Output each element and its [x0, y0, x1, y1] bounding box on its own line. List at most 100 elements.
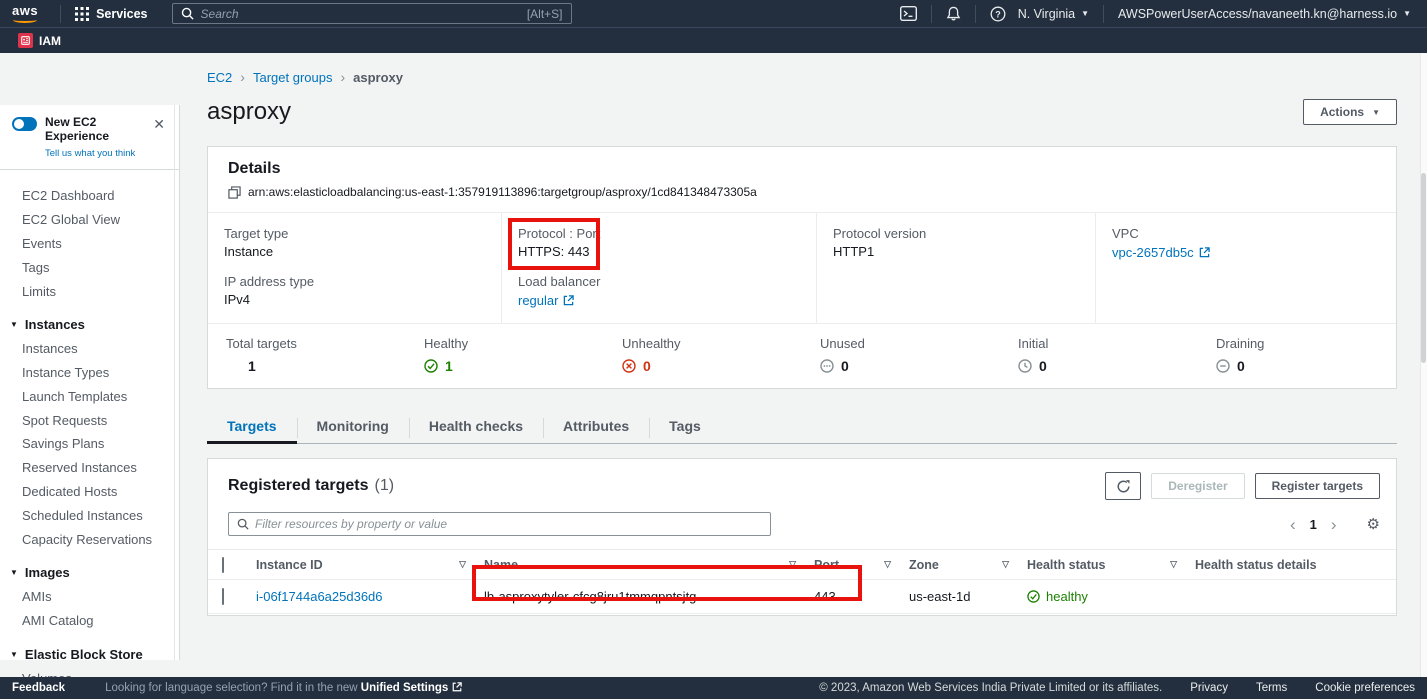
sidebar-item-spot-requests[interactable]: Spot Requests: [0, 408, 179, 432]
column-header-instance-id: Instance ID: [256, 558, 323, 572]
sidebar-item-events[interactable]: Events: [0, 232, 179, 256]
divider: [931, 5, 932, 23]
region-selector[interactable]: N. Virginia ▼: [1012, 7, 1095, 21]
services-menu-button[interactable]: Services: [69, 7, 153, 21]
tab-targets[interactable]: Targets: [207, 411, 297, 443]
close-icon[interactable]: ✕: [149, 115, 169, 133]
scrollbar-thumb[interactable]: [1421, 173, 1426, 363]
help-button[interactable]: ?: [984, 6, 1012, 22]
targets-filter-box[interactable]: [228, 512, 771, 536]
health-status-cell: healthy: [1046, 589, 1088, 604]
sidebar-item-dedicated-hosts[interactable]: Dedicated Hosts: [0, 480, 179, 504]
divider: [1103, 5, 1104, 23]
filter-icon[interactable]: ▽: [1000, 557, 1011, 572]
new-experience-toggle[interactable]: [12, 117, 37, 131]
deregister-button[interactable]: Deregister: [1151, 473, 1244, 499]
chevron-down-icon: ▼: [1081, 9, 1089, 18]
tab-attributes[interactable]: Attributes: [543, 411, 649, 443]
account-menu[interactable]: AWSPowerUserAccess/navaneeth.kn@harness.…: [1112, 7, 1417, 21]
copy-icon[interactable]: [228, 186, 241, 199]
filter-icon[interactable]: ▽: [882, 557, 893, 572]
instance-id-link[interactable]: i-06f1744a6a25d36d6: [256, 589, 383, 604]
sidebar-item-amis[interactable]: AMIs: [0, 585, 179, 609]
field-label: Protocol version: [833, 226, 1079, 241]
row-checkbox[interactable]: [222, 588, 224, 605]
register-targets-button[interactable]: Register targets: [1255, 473, 1380, 499]
privacy-link[interactable]: Privacy: [1190, 682, 1228, 694]
notifications-bell-button[interactable]: [940, 6, 967, 22]
load-balancer-link[interactable]: regular: [518, 293, 574, 308]
healthy-check-icon: [1027, 590, 1040, 603]
tab-monitoring[interactable]: Monitoring: [297, 411, 409, 443]
targets-filter-input[interactable]: [255, 517, 762, 531]
next-page-icon[interactable]: ›: [1331, 516, 1337, 533]
sidebar-section-elastic-block-store[interactable]: ▼ Elastic Block Store: [0, 641, 179, 667]
sidebar-section-instances[interactable]: ▼ Instances: [0, 311, 179, 337]
previous-page-icon[interactable]: ‹: [1290, 516, 1296, 533]
filter-icon[interactable]: ▽: [457, 557, 468, 572]
unified-settings-link[interactable]: Unified Settings: [361, 682, 449, 694]
column-header-port: Port: [814, 558, 839, 572]
refresh-button[interactable]: [1105, 472, 1141, 500]
global-search-box[interactable]: [Alt+S]: [172, 3, 572, 24]
sidebar-item-limits[interactable]: Limits: [0, 279, 179, 303]
unused-count: 0: [841, 358, 849, 374]
sidebar-item-savings-plans[interactable]: Savings Plans: [0, 432, 179, 456]
chevron-down-icon: ▼: [10, 320, 18, 329]
actions-button[interactable]: Actions ▼: [1303, 99, 1397, 125]
breadcrumb-ec2[interactable]: EC2: [207, 70, 232, 85]
target-name-cell: lb-asproxytyler-cfcg8jru1tmmqpntsjtg: [484, 589, 696, 604]
cookie-preferences-link[interactable]: Cookie preferences: [1315, 682, 1415, 694]
chevron-down-icon: ▼: [1372, 108, 1380, 117]
terms-link[interactable]: Terms: [1256, 682, 1287, 694]
current-page-number[interactable]: 1: [1310, 517, 1317, 532]
column-header-zone: Zone: [909, 558, 939, 572]
sidebar-item-reserved-instances[interactable]: Reserved Instances: [0, 456, 179, 480]
feedback-link[interactable]: Tell us what you think: [45, 148, 135, 159]
unused-ellipsis-icon: [820, 359, 834, 373]
external-link-icon: [452, 682, 462, 692]
target-health-summary: Total targets 1 Healthy 1 Unhealthy 0: [208, 323, 1396, 388]
unhealthy-count: 0: [643, 358, 651, 374]
feedback-button[interactable]: Feedback: [12, 682, 65, 694]
sidebar-item-ec2-global-view[interactable]: EC2 Global View: [0, 208, 179, 232]
search-input[interactable]: [201, 7, 527, 21]
sidebar-section-images[interactable]: ▼ Images: [0, 559, 179, 585]
stat-label: Unhealthy: [622, 336, 802, 351]
breadcrumb-target-groups[interactable]: Target groups: [253, 70, 333, 85]
healthy-check-icon: [424, 359, 438, 373]
aws-smile-icon: [13, 17, 37, 23]
breadcrumb: EC2 › Target groups › asproxy: [207, 69, 1397, 85]
svg-text:?: ?: [995, 9, 1001, 19]
registered-targets-card: Registered targets (1) Deregister Regist…: [207, 458, 1397, 616]
aws-logo[interactable]: aws: [12, 5, 38, 23]
divider: [975, 5, 976, 23]
sidebar-item-scheduled-instances[interactable]: Scheduled Instances: [0, 503, 179, 527]
window-scrollbar[interactable]: [1420, 53, 1427, 677]
tab-health-checks[interactable]: Health checks: [409, 411, 543, 443]
filter-icon[interactable]: ▽: [787, 557, 798, 572]
sidebar-item-instances[interactable]: Instances: [0, 337, 179, 361]
language-selection-note: Looking for language selection? Find it …: [105, 682, 461, 694]
favorite-service-iam[interactable]: IAM: [18, 33, 61, 48]
sidebar-item-instance-types[interactable]: Instance Types: [0, 361, 179, 385]
table-settings-gear-icon[interactable]: ⚙: [1367, 515, 1380, 533]
field-label: VPC: [1112, 226, 1380, 241]
registered-targets-table: Instance ID▽ Name▽ Port▽ Zone▽ Health st…: [208, 549, 1396, 614]
target-type-value: Instance: [224, 244, 485, 259]
select-all-checkbox[interactable]: [222, 557, 224, 573]
tab-tags[interactable]: Tags: [649, 411, 721, 443]
total-targets-count: 1: [248, 358, 256, 374]
filter-icon[interactable]: ▽: [1168, 557, 1179, 572]
external-link-icon: [1199, 247, 1210, 258]
new-experience-title: New EC2 Experience: [45, 115, 149, 143]
target-zone-cell: us-east-1d: [909, 589, 970, 604]
cloudshell-button[interactable]: [894, 6, 923, 21]
sidebar-item-ami-catalog[interactable]: AMI Catalog: [0, 609, 179, 633]
initial-clock-icon: [1018, 359, 1032, 373]
sidebar-item-ec2-dashboard[interactable]: EC2 Dashboard: [0, 184, 179, 208]
sidebar-item-capacity-reservations[interactable]: Capacity Reservations: [0, 527, 179, 551]
sidebar-item-tags[interactable]: Tags: [0, 255, 179, 279]
vpc-link[interactable]: vpc-2657db5c: [1112, 245, 1210, 260]
sidebar-item-launch-templates[interactable]: Launch Templates: [0, 384, 179, 408]
